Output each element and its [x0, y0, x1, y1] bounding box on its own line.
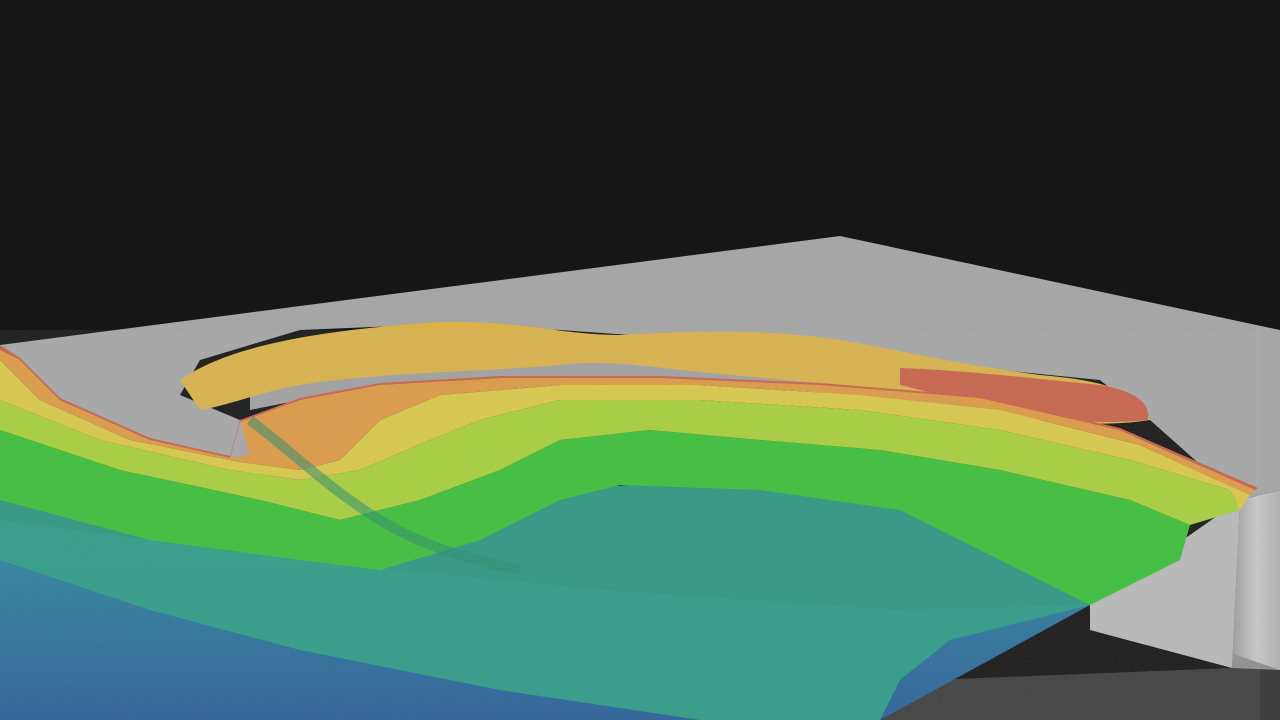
bathymetry-scene[interactable] — [0, 0, 1280, 720]
surface-texture — [0, 330, 1260, 720]
render-viewport[interactable] — [0, 0, 1280, 720]
